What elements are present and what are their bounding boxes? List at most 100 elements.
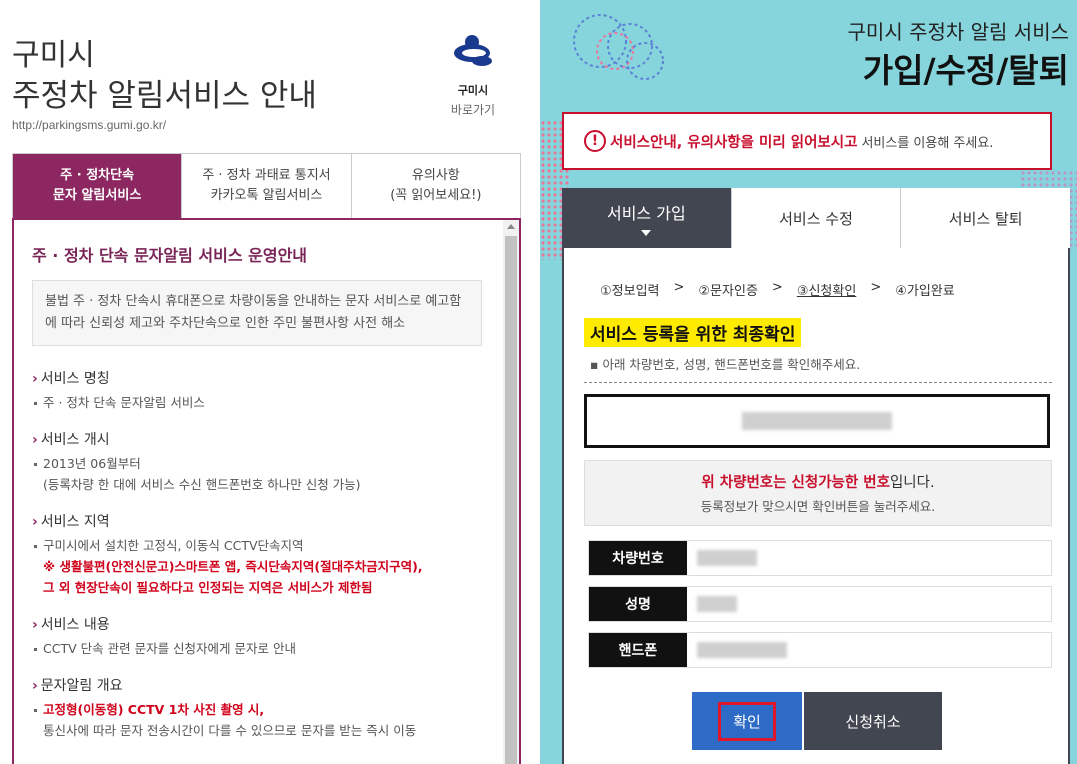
tab-withdraw[interactable]: 서비스 탈퇴 [900, 188, 1071, 248]
label-car-number: 차량번호 [589, 541, 687, 575]
status-message: 위 차량번호는 신청가능한 번호입니다. 등록정보가 맞으시면 확인버튼을 눌러… [584, 460, 1052, 526]
label-name: 성명 [589, 587, 687, 621]
scroll-thumb[interactable] [505, 236, 517, 764]
signup-tabs: 서비스 가입 서비스 수정 서비스 탈퇴 [562, 188, 1071, 248]
content-scrollbar[interactable] [503, 220, 519, 764]
confirm-title: 서비스 등록을 위한 최종확인 [584, 318, 802, 347]
gumi-link-name: 구미시 [457, 84, 489, 97]
tab-line2: (꼭 읽어보세요!) [390, 188, 482, 203]
gumi-logo-icon [454, 35, 492, 66]
step-4: ④가입완료 [895, 284, 955, 299]
label-phone: 핸드폰 [589, 633, 687, 667]
section-overview: › 문자알림 개요 고정형(이동형) CCTV 1차 사진 촬영 시, 통신사에 … [32, 675, 492, 741]
tab-sms-alert[interactable]: 주 · 정차단속 문자 알림서비스 [13, 154, 182, 218]
section-title: 문자알림 개요 [40, 678, 123, 694]
redacted-value [697, 642, 787, 658]
redacted-value [697, 596, 737, 612]
confirm-button[interactable]: 확인 [692, 692, 802, 750]
section-title: 서비스 명칭 [40, 371, 110, 387]
tab-signup[interactable]: 서비스 가입 [562, 188, 731, 248]
step-indicator: ①정보입력 > ②문자인증 > ③신청확인 > ④가입완료 [600, 280, 955, 299]
decor-circles-icon [573, 14, 664, 80]
chevron-right-icon: › [32, 617, 38, 633]
step-2: ②문자인증 [698, 284, 758, 299]
row-name: 성명 [588, 586, 1052, 622]
step-chevron-icon: > [771, 280, 783, 295]
tab-label: 서비스 가입 [606, 204, 686, 223]
alert-icon: ! [584, 130, 606, 152]
status-suffix: 입니다. [889, 475, 935, 491]
bullet-icon [34, 648, 37, 651]
city-name: 구미시 [12, 38, 95, 73]
panel-subtitle: 구미시 주정차 알림 서비스 [847, 20, 1069, 44]
redacted-value [697, 550, 757, 566]
section-title: 서비스 지역 [40, 514, 110, 530]
section-start: › 서비스 개시 2013년 06월부터 (등록차량 한 대에 서비스 수신 핸드… [32, 429, 492, 495]
intro-text: 불법 주 · 정차 단속시 휴대폰으로 차량이동을 안내하는 문자 서비스로 예… [32, 280, 482, 346]
tab-line2: 카카오톡 알림서비스 [210, 188, 323, 203]
signup-panel: 구미시 주정차 알림 서비스 가입/수정/탈퇴 ! 서비스안내, 유의사항을 미… [540, 0, 1077, 764]
confirm-button-label: 확인 [718, 701, 776, 741]
section-warning1: ※ 생활불편(안전신문고)스마트폰 앱, 즉시단속지역(절대주차금지구역), [43, 559, 423, 574]
section-warning: 고정형(이동형) CCTV 1차 사진 촬영 시, [43, 702, 265, 717]
car-number-display [584, 394, 1050, 448]
notice-strong: 서비스안내, 유의사항을 미리 읽어보시고 [610, 134, 858, 151]
chevron-right-icon: › [32, 678, 38, 694]
tab-kakao-notice[interactable]: 주 · 정차 과태료 통지서 카카오톡 알림서비스 [181, 154, 351, 218]
status-available: 위 차량번호는 신청가능한 번호 [701, 475, 890, 491]
tab-label: 서비스 탈퇴 [948, 209, 1023, 228]
row-phone: 핸드폰 [588, 632, 1052, 668]
page-title: 주정차 알림서비스 안내 [12, 78, 317, 114]
info-panel: 구미시 주정차 알림서비스 안내 http://parkingsms.gumi.… [0, 0, 540, 764]
status-instruction: 등록정보가 맞으시면 확인버튼을 눌러주세요. [700, 499, 936, 514]
section-line2: (등록차량 한 대에 서비스 수신 핸드폰번호 하나만 신청 가능) [43, 477, 361, 492]
section-line: 구미시에서 설치한 고정식, 이동식 CCTV단속지역 [43, 538, 304, 553]
cancel-application-button[interactable]: 신청취소 [804, 692, 942, 750]
notice-banner: ! 서비스안내, 유의사항을 미리 읽어보시고 서비스를 이용해 주세요. [562, 112, 1052, 170]
row-car-number: 차량번호 [588, 540, 1052, 576]
scroll-up-icon[interactable] [507, 224, 515, 229]
bullet-icon [34, 402, 37, 405]
chevron-right-icon: › [32, 432, 38, 448]
tab-precautions[interactable]: 유의사항 (꼭 읽어보세요!) [350, 154, 520, 218]
section-content: › 서비스 내용 CCTV 단속 관련 문자를 신청자에게 문자로 안내 [32, 614, 492, 659]
section-line: 2013년 06월부터 [43, 456, 141, 471]
confirm-note-text: 아래 차량번호, 성명, 핸드폰번호를 확인해주세요. [602, 357, 861, 372]
notice-rest: 서비스를 이용해 주세요. [861, 135, 994, 151]
panel-title: 가입/수정/탈퇴 [862, 51, 1069, 90]
tab-line2: 문자 알림서비스 [53, 188, 142, 203]
section-line2: 통신사에 따라 문자 전송시간이 다를 수 있으므로 문자를 받는 즉시 이동 [43, 723, 417, 738]
bullet-icon [34, 709, 37, 712]
tab-line1: 주 · 정차단속 [60, 168, 135, 183]
tab-modify[interactable]: 서비스 수정 [730, 188, 901, 248]
info-content: 주 · 정차 단속 문자알림 서비스 운영안내 불법 주 · 정차 단속시 휴대… [12, 218, 521, 764]
confirm-note: ▪ 아래 차량번호, 성명, 핸드폰번호를 확인해주세요. [590, 357, 861, 372]
content-heading: 주 · 정차 단속 문자알림 서비스 운영안내 [32, 246, 308, 265]
step-chevron-icon: > [870, 280, 882, 295]
tab-label: 서비스 수정 [779, 209, 853, 228]
section-warning2: 그 외 현장단속이 필요하다고 인정되는 지역은 서비스가 제한됨 [43, 580, 373, 595]
section-title: 서비스 내용 [40, 617, 110, 633]
section-line: 주 · 정차 단속 문자알림 서비스 [43, 395, 205, 410]
bullet-icon [34, 545, 37, 548]
step-3-current: ③신청확인 [796, 284, 857, 299]
gumi-home-link[interactable]: 구미시 바로가기 [440, 30, 506, 118]
step-chevron-icon: > [673, 280, 685, 295]
chevron-right-icon: › [32, 514, 38, 530]
site-url: http://parkingsms.gumi.go.kr/ [12, 118, 167, 132]
section-title: 서비스 개시 [40, 432, 110, 448]
divider [584, 382, 1052, 383]
step-1: ①정보입력 [600, 284, 660, 299]
bullet-icon [34, 463, 37, 466]
chevron-right-icon: › [32, 371, 38, 387]
section-line: CCTV 단속 관련 문자를 신청자에게 문자로 안내 [43, 641, 296, 656]
signup-body: ①정보입력 > ②문자인증 > ③신청확인 > ④가입완료 서비스 등록을 위한… [562, 248, 1070, 764]
info-tabs: 주 · 정차단속 문자 알림서비스 주 · 정차 과태료 통지서 카카오톡 알림… [12, 153, 521, 218]
section-name: › 서비스 명칭 주 · 정차 단속 문자알림 서비스 [32, 368, 492, 413]
tab-line1: 유의사항 [411, 168, 460, 183]
tab-line1: 주 · 정차 과태료 통지서 [202, 168, 331, 183]
redacted-car-number [742, 412, 892, 430]
caret-down-icon [641, 230, 652, 236]
section-area: › 서비스 지역 구미시에서 설치한 고정식, 이동식 CCTV단속지역 ※ 생활… [32, 511, 492, 598]
gumi-link-go: 바로가기 [450, 103, 496, 117]
